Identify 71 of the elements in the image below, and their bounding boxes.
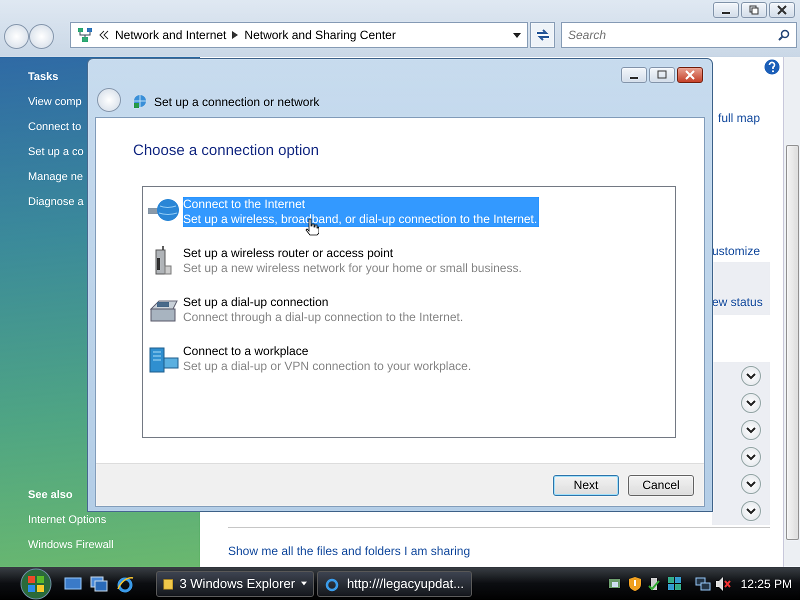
volume-muted-icon[interactable] — [714, 576, 731, 592]
next-button[interactable]: Next — [553, 474, 619, 496]
tray-grid-icon[interactable] — [666, 576, 683, 592]
task-link[interactable]: Manage ne — [28, 165, 84, 190]
option-title: Connect to the Internet — [183, 197, 306, 212]
connection-option[interactable]: Set up a dial-up connection Connect through a dial-up connection to the Internet. — [143, 295, 675, 344]
option-description: Connect through a dial-up connection to the Internet. — [183, 310, 464, 325]
minimize-icon — [722, 12, 730, 14]
restore-icon — [747, 4, 761, 16]
status-panel — [712, 262, 770, 315]
refresh-button[interactable] — [530, 22, 555, 48]
chevron-down-icon — [746, 426, 756, 434]
option-description: Set up a dial-up or VPN connection to your workplace. — [183, 359, 472, 374]
minimize-button[interactable] — [621, 67, 647, 83]
view-status-link[interactable]: ew status — [712, 293, 763, 311]
shield-warning-icon[interactable] — [626, 576, 643, 592]
window-switch-icon[interactable] — [90, 576, 108, 592]
refresh-icon — [534, 28, 550, 42]
address-bar[interactable]: Network and Internet Network and Sharing Center — [70, 22, 528, 48]
task-link[interactable]: Set up a co — [28, 140, 84, 165]
scrollbar-thumb[interactable] — [786, 145, 799, 540]
chevron-down-icon — [746, 508, 756, 514]
close-button[interactable] — [677, 67, 703, 83]
connection-option[interactable]: Connect to a workplace Set up a dial-up or VPN connection to your workplace. — [143, 344, 675, 393]
minimize-button[interactable] — [713, 2, 739, 18]
option-description: Set up a wireless, broadband, or dial-up connection to the Internet. — [183, 212, 538, 227]
sidebar-heading: Tasks — [28, 70, 58, 85]
network-globe-icon — [132, 92, 148, 109]
dialog-title: Set up a connection or network — [154, 94, 320, 111]
chevron-down-icon — [746, 400, 756, 406]
option-title: Connect to a workplace — [183, 344, 310, 359]
restore-button[interactable] — [741, 2, 767, 18]
taskbar-button[interactable]: 3 Windows Explorer — [156, 570, 314, 596]
chevron-down-icon — [746, 372, 756, 380]
map-link[interactable]: full map — [718, 109, 760, 127]
network-status-icon[interactable] — [694, 576, 711, 592]
close-button[interactable] — [769, 2, 795, 18]
desktop-icon[interactable] — [64, 576, 82, 592]
sharing-link[interactable]: Show me all the files and folders I am sharing — [228, 542, 470, 560]
taskbar-button[interactable]: http:///legacyupdat... — [317, 570, 472, 596]
clock[interactable]: 12:25 PM — [740, 574, 792, 592]
dropdown-icon[interactable] — [513, 32, 521, 38]
scrollbar[interactable] — [783, 57, 800, 567]
task-link[interactable]: Diagnose a — [28, 190, 84, 215]
chevron-down-icon — [746, 480, 756, 488]
search-field[interactable]: Search — [561, 22, 797, 48]
breadcrumb-arrow-icon — [232, 31, 238, 39]
dialog-heading: Choose a connection option — [133, 141, 319, 161]
maximize-icon — [655, 69, 669, 81]
network-icon — [77, 27, 93, 43]
start-orb-icon[interactable] — [18, 568, 54, 600]
chevrons-icon — [99, 30, 109, 40]
task-link[interactable]: View comp — [28, 90, 82, 115]
breadcrumb[interactable]: Network and Internet — [115, 26, 226, 44]
option-title: Set up a wireless router or access point — [183, 246, 394, 261]
minimize-icon — [630, 77, 638, 79]
dropdown-icon — [301, 581, 307, 586]
back-button[interactable] — [97, 88, 121, 112]
option-title: Set up a dial-up connection — [183, 295, 330, 310]
customize-link[interactable]: ustomize — [712, 242, 760, 260]
chevron-down-icon — [746, 454, 756, 460]
search-icon — [778, 29, 790, 41]
close-icon — [683, 69, 697, 81]
cancel-button[interactable]: Cancel — [628, 474, 694, 496]
close-icon — [775, 4, 789, 16]
option-description: Set up a new wireless network for your home or small business. — [183, 261, 522, 276]
breadcrumb[interactable]: Network and Sharing Center — [244, 26, 396, 44]
maximize-button[interactable] — [649, 67, 675, 83]
connection-option[interactable]: Set up a wireless router or access point Set up a new wireless network for your home or small business. — [143, 246, 675, 295]
task-link[interactable]: Connect to — [28, 115, 82, 140]
sidebar-heading: See also — [28, 488, 73, 503]
